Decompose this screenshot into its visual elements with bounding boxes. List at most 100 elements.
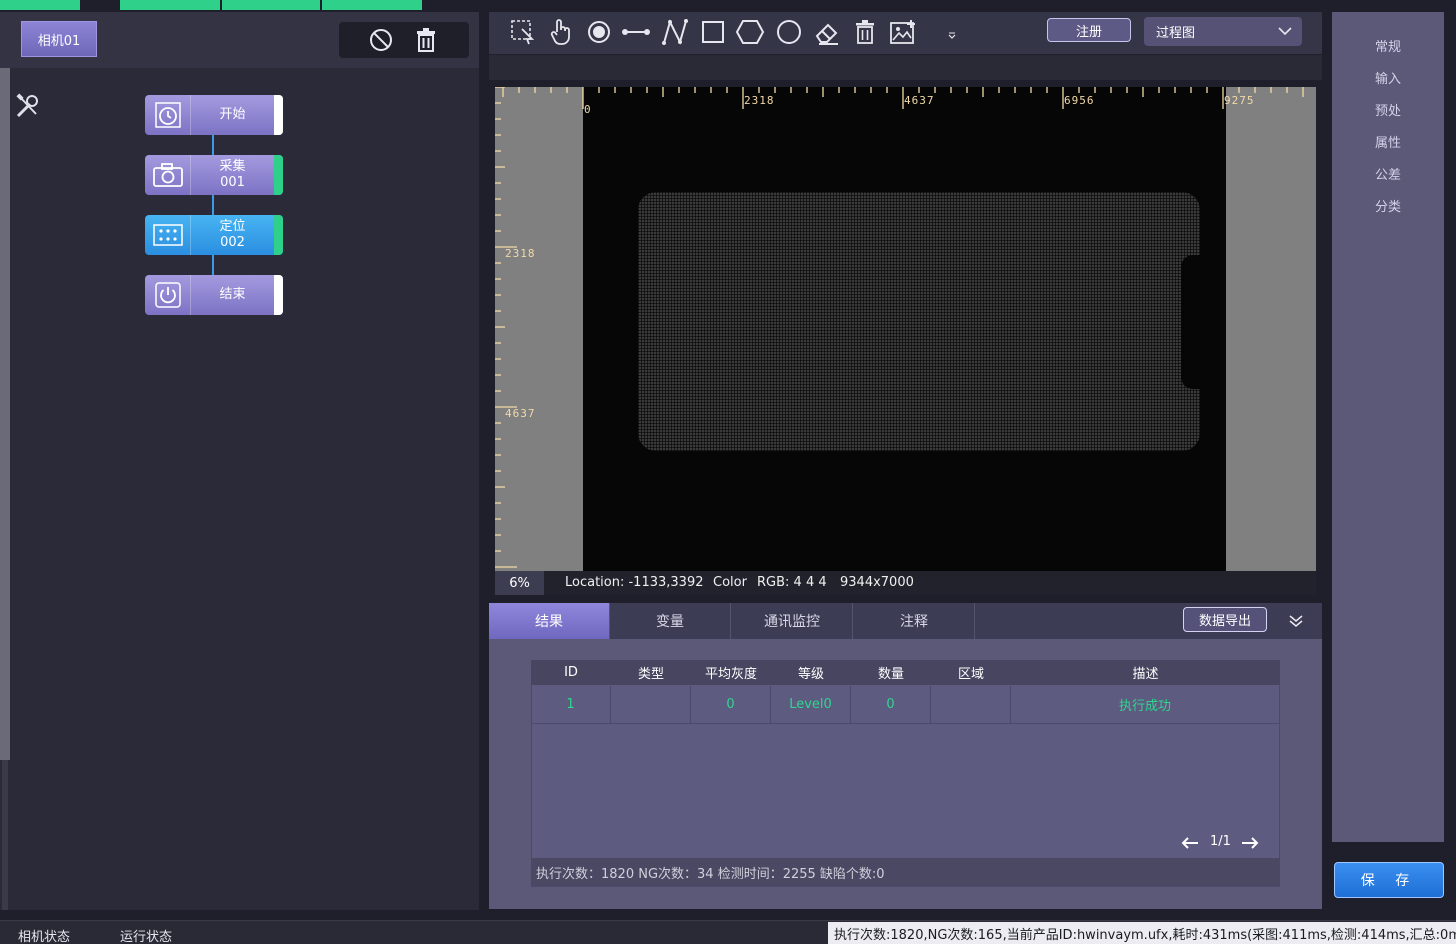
table-cell[interactable]: 0 [851,686,931,724]
page-indicator: 1/1 [1210,834,1231,849]
inspected-panel-image [638,192,1200,451]
panel-notch [1181,255,1205,389]
rectangle-icon[interactable] [698,18,728,46]
ruler-top-label: 2318 [744,94,775,107]
table-cell[interactable]: 执行成功 [1011,686,1279,724]
table-header-cell: ID [564,665,578,680]
nav-item-input[interactable]: 输入 [1332,68,1444,87]
delete-icon[interactable] [414,27,438,57]
prev-page-icon[interactable] [1180,835,1200,855]
flow-connector [212,255,214,275]
select-arrow-icon[interactable] [508,18,538,46]
camera-icon [145,155,191,195]
table-header-cell: 类型 [637,667,664,682]
flow-action-group [339,22,469,58]
ruler-left-label: 2318 [505,247,536,260]
toolbar-subbar [489,54,1322,80]
table-cell[interactable]: Level0 [771,686,851,724]
alarm-clock-icon [145,95,191,135]
circle-icon[interactable] [774,18,804,46]
ruler-top-label: 9275 [1224,94,1255,107]
nav-item-preprocess[interactable]: 预处 [1332,100,1444,119]
cursor-location: Location: -1133,3392 [565,575,704,590]
ruler-top-label: 6956 [1064,94,1095,107]
nav-item-general[interactable]: 常规 [1332,36,1444,55]
table-cell[interactable]: 1 [531,686,611,724]
point-icon[interactable] [584,18,614,46]
register-button[interactable]: 注册 [1047,18,1131,42]
more-tools-icon[interactable] [938,18,966,46]
flow-node-status [274,275,283,315]
flow-node-capture[interactable]: 采集 001 [145,155,283,195]
nav-item-properties[interactable]: 属性 [1332,132,1444,151]
table-header-cell: 描述 [1132,667,1159,682]
table-header-cell: 等级 [797,667,824,682]
tab-comm-monitor[interactable]: 通讯监控 [732,603,853,639]
hand-pointer-icon[interactable] [546,18,576,46]
viewer-status-bar: Location: -1133,3392 Color RGB: 4 4 4 93… [495,571,1316,595]
ruler-left-label: 4637 [505,407,536,420]
ruler-top-label: 4637 [904,94,935,107]
table-cell[interactable] [931,686,1011,724]
status-strip [222,0,320,10]
flow-scrollbar-track [2,760,8,910]
polygon-icon[interactable] [735,18,765,46]
nav-item-classify[interactable]: 分类 [1332,196,1444,215]
table-header-cell: 平均灰度 [704,667,757,682]
nav-item-tolerance[interactable]: 公差 [1332,164,1444,183]
image-size: 9344x7000 [840,575,914,590]
flow-node-label: 定位 002 [219,219,246,250]
run-status-label: 运行状态 [120,930,173,944]
image-viewer[interactable]: 0 2318 4637 6956 9275 2318 4637 [495,87,1316,571]
flow-node-label: 开始 [219,107,246,122]
power-icon [145,275,191,315]
table-header-cell: 数量 [877,667,904,682]
trash-icon[interactable] [850,18,880,46]
flow-connector [212,135,214,155]
camera-tab[interactable]: 相机01 [21,21,97,57]
flow-node-status [274,95,283,135]
save-button[interactable]: 保 存 [1334,862,1444,898]
ruler-top-label: 0 [584,103,592,116]
view-select[interactable]: 过程图 [1144,17,1302,46]
status-strip [120,0,220,10]
flow-node-start[interactable]: 开始 [145,95,283,135]
flow-node-locate[interactable]: 定位 002 [145,215,283,255]
tab-notes[interactable]: 注释 [854,603,975,639]
table-header-cell: 区域 [957,667,984,682]
tab-variables[interactable]: 变量 [610,603,731,639]
run-info: 执行次数:1820,NG次数:165,当前产品ID:hwinvaym.ufx,耗… [828,922,1456,944]
flow-scrollbar[interactable] [0,68,10,760]
line-icon[interactable] [621,18,651,46]
eraser-icon[interactable] [812,18,842,46]
flow-node-status [274,215,283,255]
ruler-left [495,87,517,568]
flow-node-label: 结束 [219,287,246,302]
flow-node-status [274,155,283,195]
image-add-icon[interactable] [888,18,918,46]
polyline-icon[interactable] [660,18,690,46]
tools-icon[interactable] [14,92,42,120]
table-cell[interactable]: 0 [691,686,771,724]
pager: 1/1 [1180,833,1260,853]
status-strip [322,0,422,10]
execution-stats: 执行次数：1820 NG次数：34 检测时间：2255 缺陷个数:0 [531,858,1280,886]
flow-panel [0,12,479,910]
chevron-down-icon [1278,25,1292,40]
view-select-value: 过程图 [1156,26,1196,41]
table-cell[interactable] [611,686,691,724]
flow-node-end[interactable]: 结束 [145,275,283,315]
disable-icon[interactable] [369,28,393,56]
export-data-button[interactable]: 数据导出 [1183,607,1267,632]
next-page-icon[interactable] [1240,835,1260,855]
flow-connector [212,195,214,215]
status-strip [0,0,80,10]
tab-results[interactable]: 结果 [489,603,610,639]
camera-status-label: 相机状态 [18,930,71,944]
zoom-level[interactable]: 6% [495,571,544,595]
rgb-value: RGB: 4 4 4 [757,575,827,590]
locate-grid-icon [145,215,191,255]
color-label: Color [713,575,747,590]
collapse-icon[interactable] [1286,611,1306,631]
flow-node-label: 采集 001 [219,159,246,190]
